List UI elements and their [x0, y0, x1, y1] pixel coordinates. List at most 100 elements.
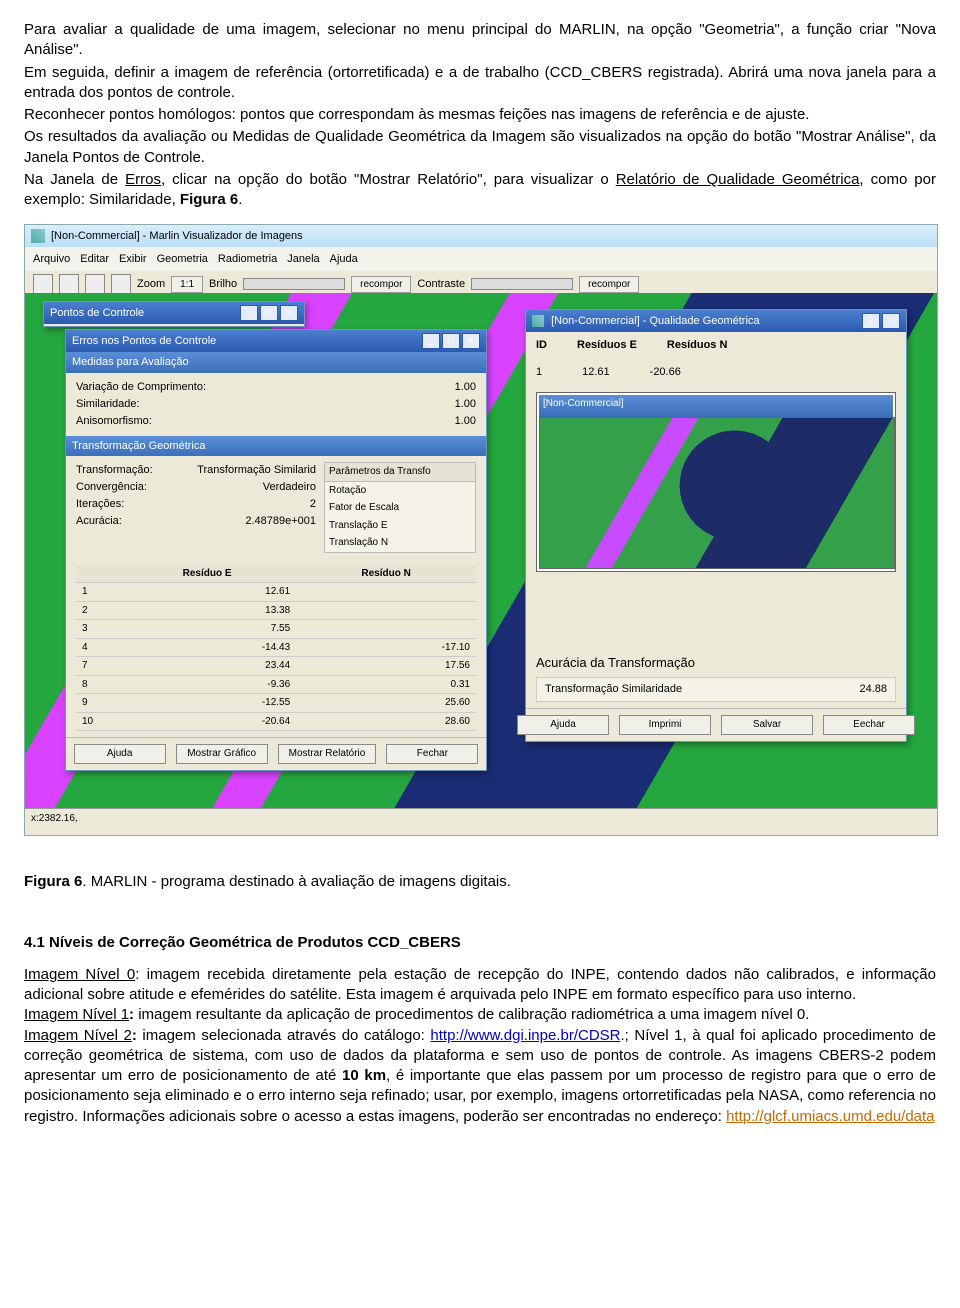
- caption-bold: Figura 6: [24, 873, 82, 890]
- table-row: 37.55: [76, 620, 476, 639]
- marlin-screenshot: [Non-Commercial] - Marlin Visualizador d…: [24, 224, 938, 836]
- val-id: 1: [536, 365, 542, 380]
- nivel1-paragraph: Imagem Nível 1: imagem resultante da apl…: [24, 1005, 936, 1025]
- glcf-link[interactable]: http://glcf.umiacs.umd.edu/data: [726, 1108, 934, 1125]
- toolbar-icon[interactable]: [111, 274, 131, 294]
- table-row: 112.61: [76, 583, 476, 602]
- app-icon: [532, 315, 544, 327]
- param-row: Translação N: [325, 534, 475, 552]
- value: 1.00: [455, 380, 476, 395]
- table-row: 213.38: [76, 601, 476, 620]
- menu-janela[interactable]: Janela: [287, 252, 319, 267]
- param-row: Rotação: [325, 482, 475, 500]
- minimize-icon[interactable]: _: [422, 333, 440, 349]
- slider-icon[interactable]: [471, 278, 573, 290]
- acuracia-heading: Acurácia da Transformação: [536, 654, 896, 672]
- table-row: 9-12.5525.60: [76, 694, 476, 713]
- help-icon[interactable]: ?: [862, 313, 880, 329]
- maximize-icon[interactable]: □: [260, 305, 278, 321]
- erros-sec-medidas: Medidas para Avaliação: [66, 352, 486, 373]
- col-id: ID: [536, 338, 547, 353]
- toolbar-icon[interactable]: [59, 274, 79, 294]
- intro-p5d: .: [238, 191, 242, 208]
- menu-ajuda[interactable]: Ajuda: [330, 252, 358, 267]
- val-resn: -20.66: [650, 365, 681, 380]
- close-icon[interactable]: ×: [280, 305, 298, 321]
- pontos-title: Pontos de Controle: [50, 306, 144, 321]
- label: Convergência:: [76, 480, 147, 495]
- fechar-button[interactable]: Eechar: [823, 715, 915, 735]
- menu-arquivo[interactable]: Arquivo: [33, 252, 70, 267]
- section-4-1-heading: 4.1 Níveis de Correção Geométrica de Pro…: [24, 933, 936, 953]
- nivel1-label: Imagem Nível 1: [24, 1006, 129, 1023]
- value: 1.00: [455, 397, 476, 412]
- nivel0-text: : imagem recebida diretamente pela estaç…: [24, 966, 936, 1003]
- close-icon[interactable]: ×: [462, 333, 480, 349]
- slider-icon[interactable]: [243, 278, 345, 290]
- nivel2-10km: 10 km: [342, 1067, 386, 1084]
- ajuda-button[interactable]: Ajuda: [74, 744, 166, 764]
- figure6-caption: Figura 6. MARLIN - programa destinado à …: [24, 872, 936, 892]
- menu-editar[interactable]: Editar: [80, 252, 109, 267]
- intro-erros-underline: Erros: [125, 171, 161, 188]
- label: Similaridade:: [76, 397, 140, 412]
- toolbar-recompor[interactable]: recompor: [351, 276, 411, 294]
- value: Transformação Similarid: [197, 463, 316, 478]
- inner-map[interactable]: [539, 417, 895, 569]
- label: Iterações:: [76, 497, 124, 512]
- th: [76, 565, 118, 583]
- mostrar-grafico-button[interactable]: Mostrar Gráfico: [176, 744, 268, 764]
- nivel2-label: Imagem Nível 2: [24, 1027, 132, 1044]
- value: Verdadeiro: [263, 480, 316, 495]
- param-row: Fator de Escala: [325, 499, 475, 517]
- param-header: Parâmetros da Transfo: [325, 463, 475, 482]
- catalogo-link[interactable]: http://www.dgi.inpe.br/CDSR: [430, 1027, 620, 1044]
- toolbar-icon[interactable]: [33, 274, 53, 294]
- toolbar-recompor[interactable]: recompor: [579, 276, 639, 294]
- toolbar-ratio[interactable]: 1:1: [171, 276, 203, 294]
- intro-p2: Em seguida, definir a imagem de referênc…: [24, 63, 936, 104]
- label: Acurácia:: [76, 514, 122, 529]
- nivel2-paragraph: Imagem Nível 2: imagem selecionada atrav…: [24, 1026, 936, 1127]
- nivel2-text-a: imagem selecionada através do catálogo:: [137, 1027, 431, 1044]
- minimize-icon[interactable]: _: [240, 305, 258, 321]
- imprimir-button[interactable]: Imprimi: [619, 715, 711, 735]
- menu-radiometria[interactable]: Radiometria: [218, 252, 277, 267]
- marlin-menubar: Arquivo Editar Exibir Geometria Radiomet…: [25, 247, 937, 271]
- col-resn: Resíduos N: [667, 338, 728, 353]
- erros-window: Erros nos Pontos de Controle _ □ × Medid…: [65, 329, 487, 771]
- menu-geometria[interactable]: Geometria: [157, 252, 208, 267]
- toolbar-zoom-label: Zoom: [137, 277, 165, 292]
- nivel1-text: imagem resultante da aplicação de proced…: [134, 1006, 809, 1023]
- toolbar-brilho-label: Brilho: [209, 277, 237, 292]
- label: Transformação:: [76, 463, 153, 478]
- menu-exibir[interactable]: Exibir: [119, 252, 147, 267]
- nivel0-label: Imagem Nível 0: [24, 966, 135, 983]
- close-icon[interactable]: ×: [882, 313, 900, 329]
- val-rese: 12.61: [582, 365, 610, 380]
- resid-table: Resíduo E Resíduo N 112.61213.3837.554-1…: [76, 565, 476, 732]
- inner-titlebar: [Non-Commercial]: [539, 395, 893, 417]
- salvar-button[interactable]: Salvar: [721, 715, 813, 735]
- maximize-icon[interactable]: □: [442, 333, 460, 349]
- acuracia-label: Transformação Similaridade: [545, 682, 682, 697]
- table-row: 8-9.360.31: [76, 675, 476, 694]
- intro-p4: Os resultados da avaliação ou Medidas de…: [24, 127, 936, 168]
- table-row: 723.4417.56: [76, 657, 476, 676]
- ajuda-button[interactable]: Ajuda: [517, 715, 609, 735]
- fechar-button[interactable]: Fechar: [386, 744, 478, 764]
- qualidade-title: [Non-Commercial] - Qualidade Geométrica: [551, 315, 759, 327]
- value: 2: [310, 497, 316, 512]
- col-rese: Resíduos E: [577, 338, 637, 353]
- statusbar: x:2382.16,: [25, 808, 937, 835]
- caption-rest: . MARLIN - programa destinado à avaliaçã…: [82, 873, 511, 890]
- th: Resíduo N: [296, 565, 476, 583]
- intro-p3: Reconhecer pontos homólogos: pontos que …: [24, 105, 936, 125]
- pontos-controle-window[interactable]: Pontos de Controle _ □ ×: [43, 301, 305, 327]
- param-row: Translação E: [325, 517, 475, 535]
- intro-p5b: , clicar na opção do botão "Mostrar Rela…: [161, 171, 616, 188]
- table-row: 4-14.43-17.10: [76, 638, 476, 657]
- toolbar-icon[interactable]: [85, 274, 105, 294]
- mostrar-relatorio-button[interactable]: Mostrar Relatório: [278, 744, 377, 764]
- intro-figref: Figura 6: [180, 191, 238, 208]
